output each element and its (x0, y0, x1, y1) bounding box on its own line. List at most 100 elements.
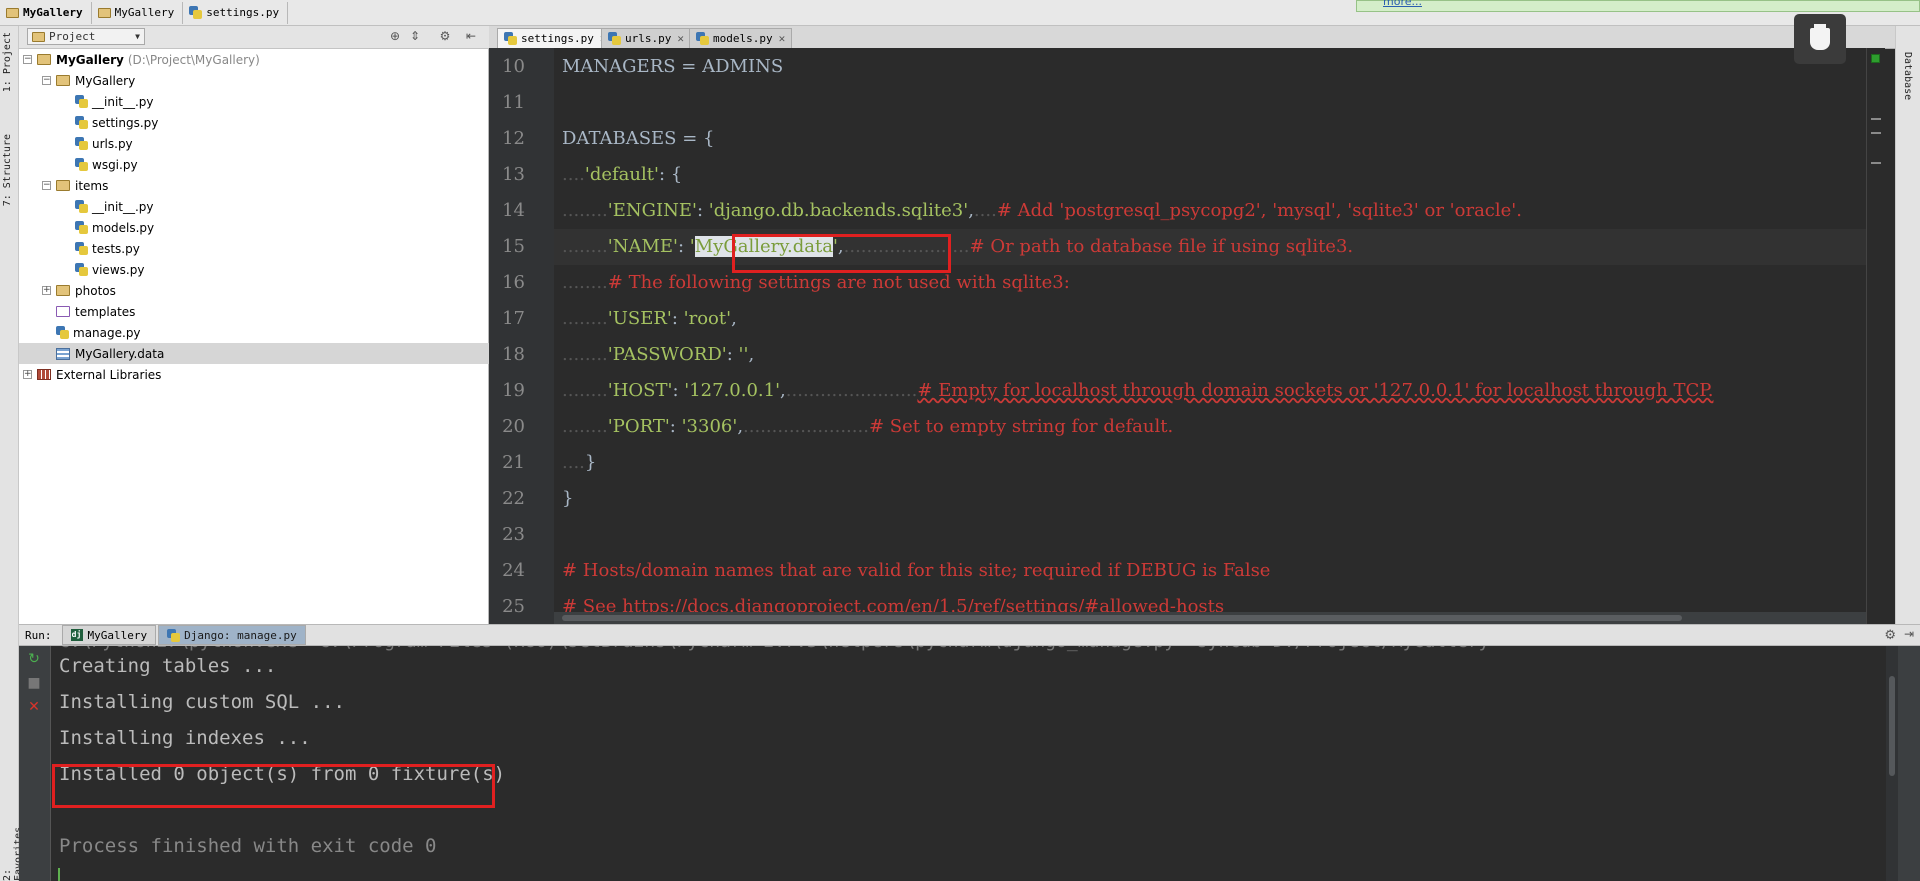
console-line: Installing custom SQL ... (59, 691, 345, 713)
tree-item-label: settings.py (92, 115, 159, 130)
tab-label: urls.py (625, 32, 672, 45)
highlight-box (52, 764, 495, 808)
tab-label: models.py (713, 32, 773, 45)
close-icon[interactable]: ✕ (27, 700, 41, 714)
tree-item[interactable]: tests.py (19, 238, 489, 259)
stop-icon[interactable]: ■ (27, 676, 41, 690)
hide-panel-icon[interactable]: ⇤ (464, 29, 478, 43)
tree-item[interactable]: + photos (19, 280, 489, 301)
code-comment: # Or path to database file if using sqli… (969, 236, 1354, 257)
console-vertical-scrollbar[interactable] (1886, 646, 1898, 881)
tree-item[interactable]: − items (19, 175, 489, 196)
tab-settings-py[interactable]: settings.py ✕ (497, 28, 614, 48)
code-line: DATABASES = { (554, 121, 1866, 157)
close-icon[interactable]: ✕ (677, 32, 684, 45)
folder-icon (32, 31, 45, 42)
tab-models-py[interactable]: models.py ✕ (689, 28, 793, 48)
tree-item[interactable]: − MyGallery (19, 70, 489, 91)
tree-item[interactable]: urls.py (19, 133, 489, 154)
tree-item[interactable]: MyGallery.data (19, 343, 489, 364)
locate-icon[interactable]: ⊕ (388, 29, 402, 43)
expand-icon[interactable]: + (23, 370, 32, 379)
line-number: 11 (502, 92, 525, 113)
run-tab-label: MyGallery (87, 628, 148, 642)
breadcrumb-item-project[interactable]: MyGallery (0, 1, 92, 24)
console-line: Creating tables ... (59, 655, 277, 677)
indent-guide: ........ (562, 236, 608, 257)
string-literal: 'USER' (607, 308, 672, 329)
tree-item[interactable]: templates (19, 301, 489, 322)
tree-item[interactable]: models.py (19, 217, 489, 238)
tree-item-label: views.py (92, 262, 145, 277)
usb-drive-widget[interactable] (1794, 14, 1846, 64)
code-text-area[interactable]: MANAGERS = ADMINS DATABASES = { ....'def… (554, 48, 1866, 616)
database-tool-tab[interactable]: Database (1902, 52, 1913, 100)
code-line: ........'USER': 'root', (554, 301, 1866, 337)
breadcrumb-item-package[interactable]: MyGallery (92, 1, 184, 24)
code-text: : (669, 416, 682, 437)
tree-item[interactable]: manage.py (19, 322, 489, 343)
error-stripe[interactable] (1866, 48, 1885, 624)
code-comment: # Set to empty string for default. (868, 416, 1174, 437)
tree-item-label: MyGallery (75, 73, 136, 88)
run-tab-django-manage[interactable]: Django: manage.py (158, 625, 306, 645)
collapse-icon[interactable]: − (23, 55, 32, 64)
gear-icon[interactable]: ⚙ (438, 29, 452, 43)
expand-icon[interactable]: + (42, 286, 51, 295)
python-file-icon (75, 116, 88, 129)
breadcrumb-label: MyGallery (23, 6, 83, 19)
string-literal: 'ENGINE' (607, 200, 697, 221)
tree-item[interactable]: __init__.py (19, 196, 489, 217)
code-text: } (562, 488, 574, 509)
line-number: 16 (502, 272, 525, 293)
python-file-icon (189, 6, 203, 19)
stripe-mark[interactable] (1871, 118, 1881, 120)
editor-horizontal-scrollbar[interactable] (554, 612, 1866, 624)
rerun-icon[interactable]: ↻ (27, 652, 41, 666)
inspection-ok-icon[interactable] (1871, 54, 1880, 63)
hide-panel-icon[interactable]: ⇥ (1904, 627, 1914, 641)
string-literal: 'PORT' (607, 416, 670, 437)
structure-tool-tab[interactable]: 7: Structure (2, 134, 13, 206)
tree-item-label: __init__.py (92, 199, 154, 214)
collapse-icon[interactable]: − (42, 181, 51, 190)
code-text: , (748, 344, 755, 365)
tree-item[interactable]: __init__.py (19, 91, 489, 112)
python-file-icon (75, 95, 88, 108)
run-tab-mygallery[interactable]: dj MyGallery (61, 625, 157, 645)
breadcrumb-label: settings.py (206, 6, 280, 19)
code-text: : (726, 344, 739, 365)
scrollbar-thumb[interactable] (562, 615, 1682, 621)
line-number: 18 (502, 344, 525, 365)
indent-guide: ........ (562, 200, 608, 221)
tree-item[interactable]: settings.py (19, 112, 489, 133)
tree-item-label: __init__.py (92, 94, 154, 109)
stripe-mark[interactable] (1871, 162, 1881, 164)
stripe-mark[interactable] (1871, 132, 1881, 134)
close-icon[interactable]: ✕ (779, 32, 786, 45)
tree-item[interactable]: − MyGallery (D:\Project\MyGallery) (19, 49, 489, 70)
python-file-icon (75, 158, 88, 171)
scrollbar-thumb[interactable] (1889, 676, 1895, 776)
breadcrumb-item-file[interactable]: settings.py (183, 1, 289, 24)
tab-urls-py[interactable]: urls.py ✕ (601, 28, 691, 48)
notification-more-link[interactable]: more... (1383, 0, 1422, 8)
project-view-selector[interactable]: Project ▼ (27, 28, 145, 45)
whitespace-dots: ...................... (743, 416, 869, 437)
tree-item[interactable]: views.py (19, 259, 489, 280)
tree-item[interactable]: wsgi.py (19, 154, 489, 175)
gear-icon[interactable]: ⚙ (1884, 628, 1896, 643)
collapse-all-icon[interactable]: ⇕ (408, 29, 422, 43)
string-literal: 'default' (584, 164, 659, 185)
code-text: : (678, 236, 690, 257)
code-line: ....'default': { (554, 157, 1866, 193)
tree-item[interactable]: + External Libraries (19, 364, 489, 385)
code-text: } (584, 452, 597, 473)
tree-item-label: MyGallery.data (75, 346, 165, 361)
project-tool-tab[interactable]: 1: Project (2, 32, 13, 92)
string-literal: 'NAME' (607, 236, 678, 257)
code-line: MANAGERS = ADMINS (554, 49, 1866, 85)
collapse-icon[interactable]: − (42, 76, 51, 85)
run-tab-label: Django: manage.py (184, 628, 297, 642)
